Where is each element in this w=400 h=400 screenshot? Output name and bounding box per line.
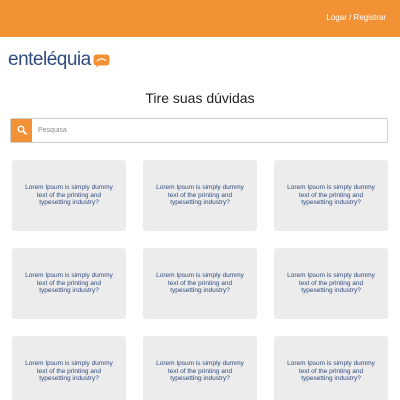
faq-card-text: Lorem Ipsum is simply dummy text of the … — [156, 360, 244, 383]
faq-card[interactable]: Lorem Ipsum is simply dummy text of the … — [143, 336, 257, 400]
logo-text: enteléquia — [8, 49, 91, 70]
faq-card[interactable]: Lorem Ipsum is simply dummy text of the … — [274, 248, 388, 319]
brand-logo[interactable]: enteléquia — [8, 50, 110, 70]
search-input[interactable] — [32, 119, 387, 142]
faq-card-text: Lorem Ipsum is simply dummy text of the … — [25, 360, 113, 383]
search-bar — [10, 118, 388, 143]
faq-card-text: Lorem Ipsum is simply dummy text of the … — [287, 184, 375, 207]
faq-card-text: Lorem Ipsum is simply dummy text of the … — [156, 272, 244, 295]
faq-card-text: Lorem Ipsum is simply dummy text of the … — [25, 184, 113, 207]
login-register-link[interactable]: Logar / Registrar — [326, 13, 386, 22]
faq-card-grid: Lorem Ipsum is simply dummy text of the … — [12, 160, 388, 400]
faq-card-text: Lorem Ipsum is simply dummy text of the … — [25, 272, 113, 295]
top-bar: Logar / Registrar — [0, 0, 400, 37]
faq-card[interactable]: Lorem Ipsum is simply dummy text of the … — [12, 248, 126, 319]
search-button[interactable] — [11, 119, 32, 142]
faq-card[interactable]: Lorem Ipsum is simply dummy text of the … — [274, 160, 388, 231]
faq-card-text: Lorem Ipsum is simply dummy text of the … — [156, 184, 244, 207]
speech-bubble-icon — [93, 54, 110, 68]
faq-card[interactable]: Lorem Ipsum is simply dummy text of the … — [12, 160, 126, 231]
faq-card[interactable]: Lorem Ipsum is simply dummy text of the … — [143, 248, 257, 319]
faq-card[interactable]: Lorem Ipsum is simply dummy text of the … — [12, 336, 126, 400]
faq-card[interactable]: Lorem Ipsum is simply dummy text of the … — [143, 160, 257, 231]
faq-card-text: Lorem Ipsum is simply dummy text of the … — [287, 272, 375, 295]
faq-card-text: Lorem Ipsum is simply dummy text of the … — [287, 360, 375, 383]
page-title: Tire suas dúvidas — [145, 90, 255, 106]
search-icon — [17, 122, 27, 140]
faq-card[interactable]: Lorem Ipsum is simply dummy text of the … — [274, 336, 388, 400]
